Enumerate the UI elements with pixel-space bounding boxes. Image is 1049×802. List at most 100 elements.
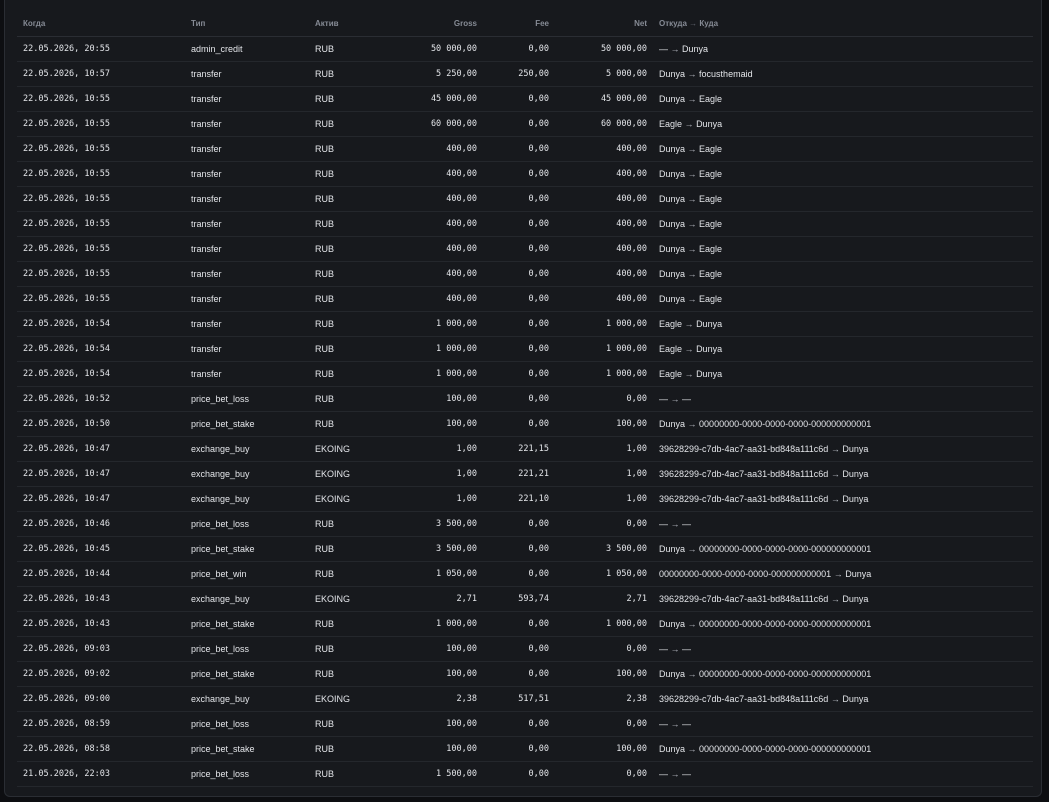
route-to: 00000000-0000-0000-0000-000000000001 bbox=[699, 619, 872, 629]
table-row[interactable]: 22.05.2026, 10:54 transfer RUB 1 000,00 0,00… bbox=[17, 336, 1033, 362]
arrow-right-icon: → bbox=[687, 94, 697, 104]
route-from: Eagle bbox=[659, 119, 683, 129]
route-from: Dunya bbox=[659, 244, 686, 254]
arrow-right-icon: → bbox=[687, 69, 697, 79]
cell-when: 22.05.2026, 08:59 bbox=[17, 711, 185, 737]
table-row[interactable]: 22.05.2026, 10:55 transfer RUB 45 000,00 0,0… bbox=[17, 86, 1033, 112]
route-to: 00000000-0000-0000-0000-000000000001 bbox=[699, 744, 872, 754]
table-row[interactable]: 22.05.2026, 10:55 transfer RUB 400,00 0,00 40… bbox=[17, 186, 1033, 212]
table-header-row: Когда Тип Актив Gross Fee Net Откуда → К… bbox=[17, 10, 1033, 37]
cell-type: exchange_buy bbox=[185, 586, 309, 612]
arrow-right-icon: → bbox=[687, 744, 697, 754]
table-row[interactable]: 22.05.2026, 10:55 transfer RUB 400,00 0,00 40… bbox=[17, 236, 1033, 262]
cell-route: Dunya → Eagle bbox=[653, 136, 1033, 162]
cell-fee: 0,00 bbox=[483, 636, 555, 662]
table-row[interactable]: 22.05.2026, 20:55 admin_credit RUB 50 000,0… bbox=[17, 36, 1033, 62]
route-from: — bbox=[659, 644, 668, 654]
cell-type: transfer bbox=[185, 186, 309, 212]
table-row[interactable]: 22.05.2026, 09:02 price_bet_stake RUB 100,0… bbox=[17, 661, 1033, 687]
table-row[interactable]: 22.05.2026, 10:55 transfer RUB 60 000,00 0,0… bbox=[17, 111, 1033, 137]
cell-fee: 0,00 bbox=[483, 36, 555, 62]
table-row[interactable]: 22.05.2026, 10:55 transfer RUB 400,00 0,00 40… bbox=[17, 161, 1033, 187]
route-to: Dunya bbox=[842, 494, 869, 504]
cell-gross: 400,00 bbox=[381, 236, 483, 262]
route-to: Dunya bbox=[842, 444, 869, 454]
table-row[interactable]: 22.05.2026, 08:59 price_bet_loss RUB 100,00… bbox=[17, 711, 1033, 737]
arrow-right-icon: → bbox=[687, 619, 697, 629]
table-row[interactable]: 22.05.2026, 10:43 exchange_buy EKOING 2,71 5… bbox=[17, 586, 1033, 612]
arrow-right-icon: → bbox=[670, 394, 680, 404]
table-row[interactable]: 22.05.2026, 10:52 price_bet_loss RUB 100,00… bbox=[17, 386, 1033, 412]
cell-type: price_bet_loss bbox=[185, 386, 309, 412]
cell-route: Dunya → 00000000-0000-0000-0000-00000000… bbox=[653, 611, 1033, 637]
cell-fee: 221,10 bbox=[483, 486, 555, 512]
table-row[interactable]: 22.05.2026, 09:00 exchange_buy EKOING 2,38 5… bbox=[17, 686, 1033, 712]
cell-when: 22.05.2026, 10:43 bbox=[17, 586, 185, 612]
route-to: 00000000-0000-0000-0000-000000000001 bbox=[699, 419, 872, 429]
column-header-fee[interactable]: Fee bbox=[483, 10, 555, 37]
route-to: Eagle bbox=[699, 194, 723, 204]
table-row[interactable]: 22.05.2026, 10:47 exchange_buy EKOING 1,00 2… bbox=[17, 486, 1033, 512]
cell-gross: 1,00 bbox=[381, 461, 483, 487]
cell-net: 0,00 bbox=[555, 636, 653, 662]
cell-net: 400,00 bbox=[555, 261, 653, 287]
cell-gross: 2,38 bbox=[381, 686, 483, 712]
cell-fee: 0,00 bbox=[483, 536, 555, 562]
cell-route: — → — bbox=[653, 511, 1033, 537]
cell-gross: 3 500,00 bbox=[381, 536, 483, 562]
cell-fee: 517,51 bbox=[483, 686, 555, 712]
column-header-net[interactable]: Net bbox=[555, 10, 653, 37]
cell-route: 39628299-c7db-4ac7-aa31-bd848a111c6d → D… bbox=[653, 586, 1033, 612]
table-row[interactable]: 22.05.2026, 10:47 exchange_buy EKOING 1,00 2… bbox=[17, 461, 1033, 487]
cell-fee: 0,00 bbox=[483, 711, 555, 737]
cell-gross: 1 000,00 bbox=[381, 311, 483, 337]
cell-type: transfer bbox=[185, 211, 309, 237]
table-row[interactable]: 22.05.2026, 10:43 price_bet_stake RUB 1 000… bbox=[17, 611, 1033, 637]
cell-when: 22.05.2026, 10:47 bbox=[17, 461, 185, 487]
cell-net: 400,00 bbox=[555, 211, 653, 237]
table-row[interactable]: 22.05.2026, 10:55 transfer RUB 400,00 0,00 40… bbox=[17, 286, 1033, 312]
table-row[interactable]: 22.05.2026, 10:55 transfer RUB 400,00 0,00 40… bbox=[17, 261, 1033, 287]
cell-when: 22.05.2026, 20:55 bbox=[17, 36, 185, 62]
cell-type: transfer bbox=[185, 261, 309, 287]
column-header-gross[interactable]: Gross bbox=[381, 10, 483, 37]
cell-net: 1 000,00 bbox=[555, 336, 653, 362]
table-row[interactable]: 22.05.2026, 10:50 price_bet_stake RUB 100,0… bbox=[17, 411, 1033, 437]
table-row[interactable]: 22.05.2026, 10:44 price_bet_win RUB 1 050,0… bbox=[17, 561, 1033, 587]
cell-when: 21.05.2026, 22:03 bbox=[17, 761, 185, 787]
cell-type: price_bet_stake bbox=[185, 661, 309, 687]
cell-gross: 100,00 bbox=[381, 736, 483, 762]
cell-gross: 100,00 bbox=[381, 636, 483, 662]
column-header-route[interactable]: Откуда → Куда bbox=[653, 10, 1033, 37]
table-row[interactable]: 22.05.2026, 10:47 exchange_buy EKOING 1,00 2… bbox=[17, 436, 1033, 462]
cell-route: Eagle → Dunya bbox=[653, 111, 1033, 137]
cell-route: — → — bbox=[653, 711, 1033, 737]
cell-net: 2,38 bbox=[555, 686, 653, 712]
table-row[interactable]: 22.05.2026, 10:45 price_bet_stake RUB 3 500… bbox=[17, 536, 1033, 562]
column-header-type[interactable]: Тип bbox=[185, 10, 309, 37]
route-to: Dunya bbox=[696, 119, 723, 129]
table-row[interactable]: 22.05.2026, 10:55 transfer RUB 400,00 0,00 40… bbox=[17, 211, 1033, 237]
table-row[interactable]: 22.05.2026, 10:55 transfer RUB 400,00 0,00 40… bbox=[17, 136, 1033, 162]
cell-fee: 250,00 bbox=[483, 61, 555, 87]
route-to: Dunya bbox=[845, 569, 872, 579]
cell-net: 50 000,00 bbox=[555, 36, 653, 62]
arrow-right-icon: → bbox=[687, 169, 697, 179]
column-header-asset[interactable]: Актив bbox=[309, 10, 381, 37]
table-row[interactable]: 21.05.2026, 22:03 price_bet_loss RUB 1 500,… bbox=[17, 761, 1033, 787]
table-row[interactable]: 22.05.2026, 10:57 transfer RUB 5 250,00 250,… bbox=[17, 61, 1033, 87]
cell-route: — → — bbox=[653, 761, 1033, 787]
table-row[interactable]: 22.05.2026, 10:54 transfer RUB 1 000,00 0,00… bbox=[17, 311, 1033, 337]
table-row[interactable]: 22.05.2026, 09:03 price_bet_loss RUB 100,00… bbox=[17, 636, 1033, 662]
cell-when: 22.05.2026, 10:43 bbox=[17, 611, 185, 637]
cell-route: Dunya → 00000000-0000-0000-0000-00000000… bbox=[653, 661, 1033, 687]
table-row[interactable]: 22.05.2026, 08:58 price_bet_stake RUB 100,0… bbox=[17, 736, 1033, 762]
table-row[interactable]: 22.05.2026, 10:46 price_bet_loss RUB 3 500,… bbox=[17, 511, 1033, 537]
cell-route: Eagle → Dunya bbox=[653, 311, 1033, 337]
cell-net: 0,00 bbox=[555, 386, 653, 412]
cell-asset: RUB bbox=[309, 411, 381, 437]
cell-route: 39628299-c7db-4ac7-aa31-bd848a111c6d → D… bbox=[653, 686, 1033, 712]
column-header-when[interactable]: Когда bbox=[17, 10, 185, 37]
table-row[interactable]: 22.05.2026, 10:54 transfer RUB 1 000,00 0,00… bbox=[17, 361, 1033, 387]
cell-type: price_bet_loss bbox=[185, 636, 309, 662]
